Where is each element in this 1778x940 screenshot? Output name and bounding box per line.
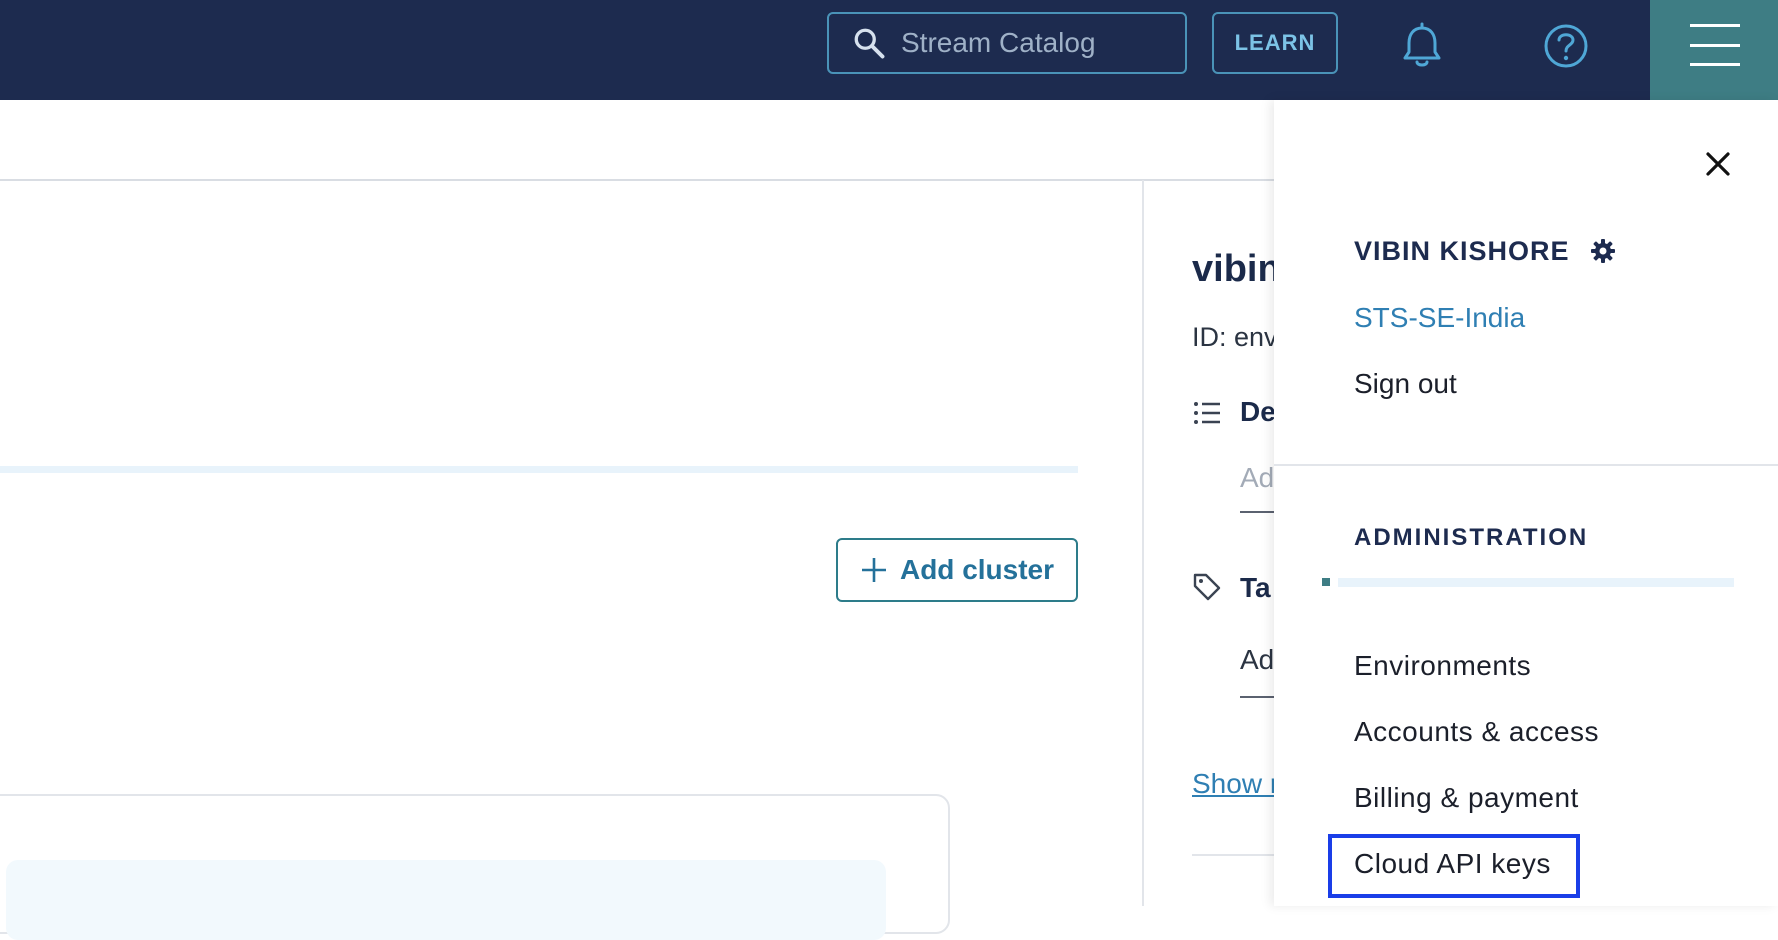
details-bottom-divider: [1192, 854, 1282, 856]
environment-id: ID: env: [1192, 322, 1278, 352]
highlight-annotation-box: [1328, 834, 1580, 898]
side-menu-divider: [1274, 464, 1778, 466]
help-circle-icon[interactable]: [1538, 18, 1594, 74]
menu-item-accounts-access[interactable]: Accounts & access: [1354, 716, 1599, 748]
gear-icon[interactable]: [1590, 238, 1616, 264]
tags-label: Ta: [1240, 572, 1271, 603]
administration-heading: ADMINISTRATION: [1354, 524, 1589, 551]
menu-item-billing-payment[interactable]: Billing & payment: [1354, 782, 1579, 814]
description-input[interactable]: Ad: [1240, 462, 1274, 494]
list-icon: [1194, 402, 1220, 424]
search-box[interactable]: [827, 12, 1187, 74]
learn-button[interactable]: LEARN: [1212, 12, 1338, 74]
progress-track: [0, 466, 1078, 473]
plus-icon: [861, 558, 886, 582]
description-label: De: [1240, 396, 1276, 427]
show-more-link[interactable]: Show r: [1192, 768, 1279, 800]
scroll-track: [1338, 578, 1734, 587]
search-icon: [854, 28, 885, 59]
tag-icon: [1193, 573, 1221, 601]
add-cluster-button[interactable]: Add cluster: [836, 538, 1078, 602]
add-cluster-label: Add cluster: [899, 554, 1055, 585]
search-input[interactable]: [899, 26, 1183, 60]
sign-out-link[interactable]: Sign out: [1354, 368, 1457, 400]
organization-link[interactable]: STS-SE-India: [1354, 302, 1525, 334]
scroll-indicator: [1322, 578, 1330, 586]
top-navigation-bar: LEARN: [0, 0, 1778, 100]
close-icon[interactable]: [1704, 150, 1732, 178]
cluster-card-body: [6, 860, 886, 940]
user-name: VIBIN KISHORE: [1354, 236, 1570, 266]
environment-name: vibin: [1192, 248, 1281, 290]
menu-item-environments[interactable]: Environments: [1354, 650, 1531, 682]
bell-icon[interactable]: [1394, 18, 1450, 74]
tags-input[interactable]: Ad: [1240, 644, 1274, 676]
hamburger-menu-button[interactable]: [1650, 0, 1778, 100]
details-panel-divider: [1142, 180, 1144, 906]
